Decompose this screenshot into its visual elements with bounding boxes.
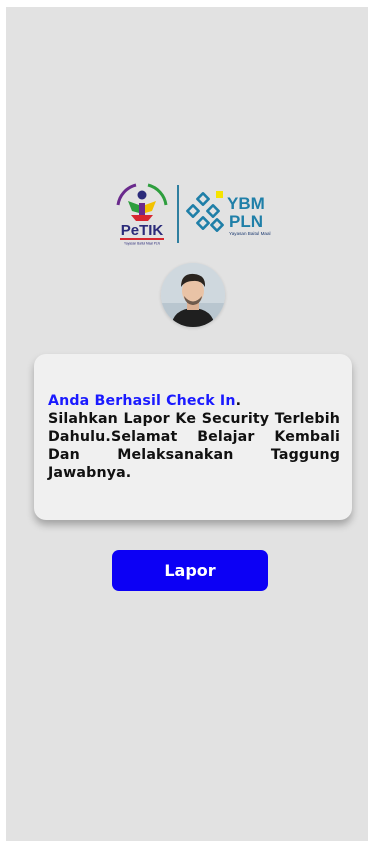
ybm-title-line2: PLN [229, 212, 263, 231]
logo-row: PeTIK Yayasan Baitul Maal PLN YBM PLN Ya… [110, 179, 286, 247]
message-body: Silahkan Lapor Ke Security Terlebih Dahu… [48, 411, 340, 481]
petik-wordmark: PeTIK [121, 222, 164, 239]
user-avatar [161, 263, 225, 327]
ybm-subtitle: Yayasan Baitul Maal [229, 231, 271, 236]
check-in-success-text: Anda Berhasil Check In [48, 393, 236, 409]
highlight-end: . [235, 393, 242, 409]
petik-logo: PeTIK Yayasan Baitul Maal PLN [116, 183, 168, 246]
screen: PeTIK Yayasan Baitul Maal PLN YBM PLN Ya… [6, 7, 368, 841]
ybm-title-line1: YBM [227, 194, 265, 213]
logo-divider [177, 185, 179, 243]
check-in-message-card: Anda Berhasil Check In. Silahkan Lapor Ke… [34, 354, 352, 520]
check-in-message: Anda Berhasil Check In. Silahkan Lapor Ke… [48, 392, 340, 482]
ybm-pln-logo: YBM PLN Yayasan Baitul Maal [186, 191, 271, 236]
lapor-button[interactable]: Lapor [112, 550, 268, 591]
user-avatar-photo-icon [161, 263, 225, 327]
message-first-line: Anda Berhasil Check In. [48, 392, 340, 410]
petik-tagline: Yayasan Baitul Maal PLN [124, 242, 161, 246]
